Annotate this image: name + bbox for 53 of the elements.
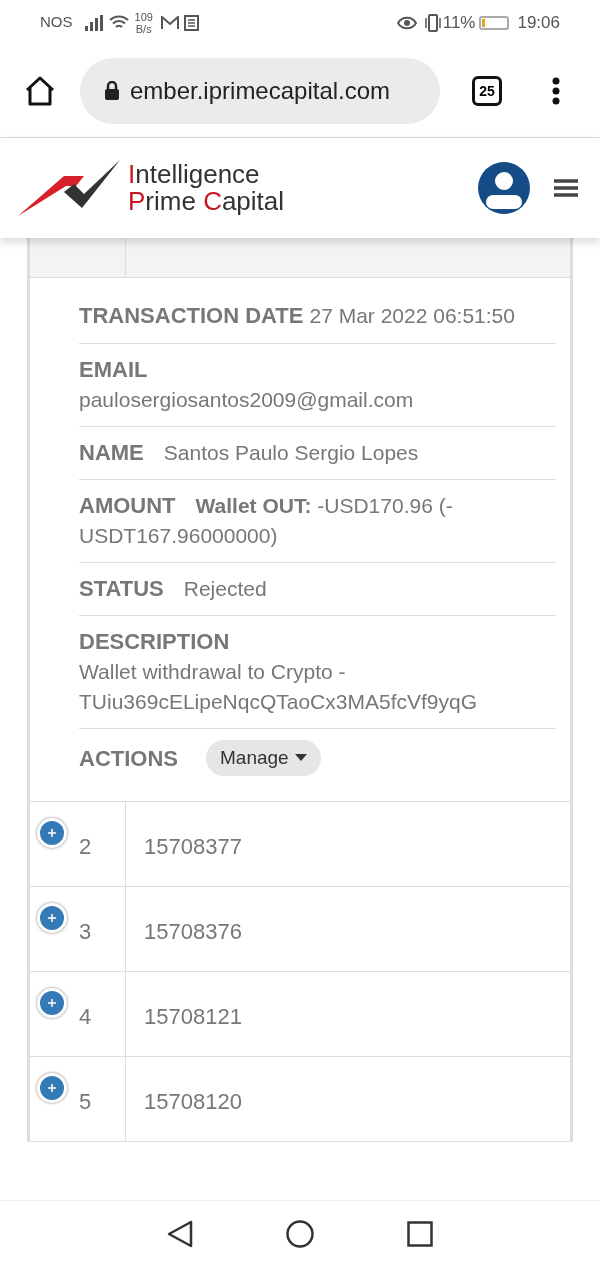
url-text: ember.iprimecapital.com [130,76,391,106]
field-label: DESCRIPTION [79,628,231,656]
field-value: 27 Mar 2022 06:51:50 [309,303,515,329]
avatar-icon[interactable] [478,162,530,214]
field-label: TRANSACTION DATE [79,302,304,330]
signal-icon [84,14,103,31]
home-circle-icon[interactable] [286,1220,314,1248]
transaction-id: 15708377 [144,834,242,859]
field-entry: STATUS Rejected [79,575,268,603]
plus-icon [47,998,57,1008]
manage-button[interactable]: Manage [206,740,321,776]
tab-count[interactable]: 25 [472,76,502,106]
logo-icon [18,160,120,216]
speed-value: 109 [134,10,153,23]
row-number: 3 [79,919,92,944]
plus-icon [47,913,57,923]
field-label: ACTIONS [79,744,178,773]
carrier-label: NOS [40,12,73,33]
field-entry: AMOUNT Wallet OUT: -USD170.96 (-USDT167.96000000) [79,492,454,549]
expand-toggle[interactable] [37,988,67,1018]
brand-name: Prime Capital [128,188,285,215]
address-bar[interactable]: ember.iprimecapital.com [80,58,440,124]
row-number: 4 [79,1004,92,1029]
expand-toggle[interactable] [37,1073,67,1103]
plus-icon [47,828,57,838]
news-icon [182,14,199,31]
expand-toggle[interactable] [37,903,67,933]
transaction-id: 15708376 [144,919,242,944]
expand-toggle[interactable] [37,818,67,848]
recents-icon[interactable] [407,1221,434,1247]
menu-icon[interactable] [554,178,578,198]
home-icon[interactable] [24,76,56,106]
more-icon[interactable] [552,77,560,105]
field-entry: NAME Santos Paulo Sergio Lopes [79,439,420,467]
field-value: Wallet withdrawal to Crypto - TUiu369cELipeNqcQTaoCx3MA5fcVf9yqG [79,659,478,715]
caret-icon [294,754,307,762]
transaction-id: 15708120 [144,1089,242,1114]
brand-name: Intelligence [128,161,261,188]
battery-icon [479,15,510,30]
mail-icon [160,15,179,30]
speed-unit: B/s [135,22,152,35]
back-icon[interactable] [166,1220,193,1248]
row-number: 5 [79,1089,92,1114]
vibrate-icon [422,13,443,32]
eye-icon [396,15,417,30]
transaction-id: 15708121 [144,1004,242,1029]
clock: 19:06 [517,11,560,34]
plus-icon [47,1083,57,1093]
lock-icon [104,81,120,101]
field-value: paulosergiosantos2009@gmail.com [79,387,415,413]
battery-percent: 11% [442,11,476,34]
field-label: EMAIL [79,356,149,384]
row-number: 2 [79,834,92,859]
